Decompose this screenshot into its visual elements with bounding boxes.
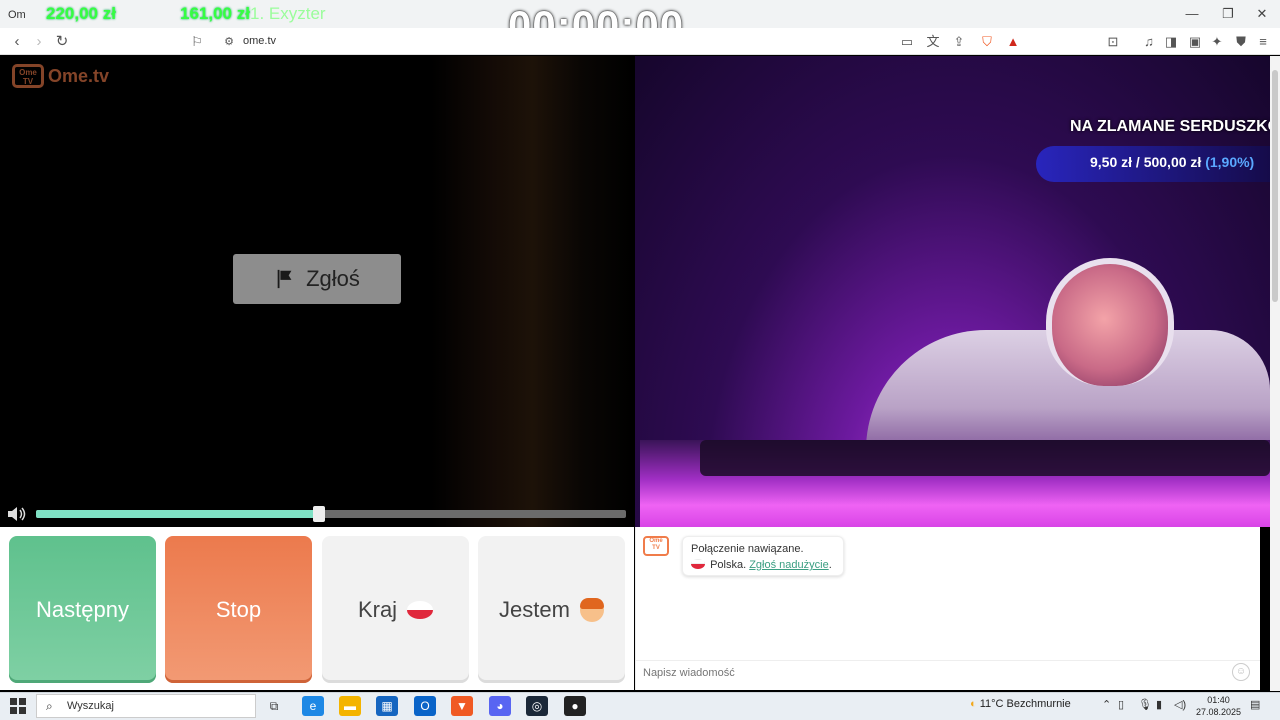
next-label: Następny	[36, 596, 129, 622]
goal-percent: (1,90%)	[1205, 154, 1255, 170]
weather-description: Bezchmurnie	[1006, 698, 1071, 710]
emoji-icon[interactable]: ☺	[1232, 663, 1250, 681]
report-label: Zgłoś	[306, 266, 360, 291]
chat-divider	[635, 660, 1260, 661]
poland-flag-icon	[691, 559, 705, 569]
logo-tv-icon: Ome TV	[12, 64, 44, 88]
donation-goal-title: NA ZLAMANE SERDUSZKO 💔	[1070, 118, 1280, 135]
network-icon[interactable]: ▮	[1156, 698, 1162, 711]
bookmark-icon[interactable]: ⚐	[188, 33, 206, 51]
volume-slider-knob[interactable]	[313, 506, 325, 522]
reader-icon[interactable]: ⊡	[1104, 33, 1122, 51]
boy-face-icon	[579, 597, 604, 622]
menu-icon[interactable]: ≡	[1254, 33, 1272, 51]
stream-overlay-money-a: 220,00 zł	[46, 4, 116, 23]
volume-slider-fill	[36, 510, 319, 518]
scrollbar-thumb[interactable]	[1272, 70, 1278, 302]
logo-text: Ome.tv	[48, 65, 110, 86]
stream-overlay-top-donor: 1. Exyzter	[250, 4, 326, 23]
stop-label: Stop	[215, 596, 262, 622]
obs-icon[interactable]: ●	[564, 696, 586, 716]
minimize-icon[interactable]: —	[1182, 6, 1202, 22]
clock-date: 27.08.2025	[1196, 707, 1242, 717]
cast-icon[interactable]: ▭	[898, 33, 916, 51]
microphone-icon[interactable]: 🎙	[1138, 698, 1152, 711]
url-field[interactable]: ome.tv	[215, 31, 1015, 51]
system-clock[interactable]: 01:40 27.08.2025	[1196, 694, 1241, 718]
donation-goal-progress: 9,50 zł / 500,00 zł (1,90%)	[1090, 154, 1254, 170]
next-button[interactable]: Następny	[9, 536, 156, 683]
file-explorer-icon[interactable]: ▬	[339, 696, 361, 716]
steam-icon[interactable]: ◎	[526, 696, 548, 716]
back-icon[interactable]: ‹	[8, 33, 26, 51]
ai-icon[interactable]: ✦	[1208, 33, 1226, 51]
chat-ometv-icon: Ome TV	[643, 536, 669, 556]
gender-label: Jestem	[499, 596, 570, 622]
stop-button[interactable]: Stop	[165, 536, 312, 683]
country-button[interactable]: Kraj	[322, 536, 469, 683]
goal-separator: /	[1135, 154, 1140, 170]
tray-device-icon[interactable]: ▯	[1118, 698, 1124, 711]
volume-icon[interactable]	[6, 505, 28, 523]
restore-icon[interactable]: ❐	[1218, 6, 1238, 22]
outlook-icon[interactable]: O	[414, 696, 436, 716]
flag-icon	[277, 269, 292, 289]
brave-rewards-icon[interactable]: ▲	[1004, 33, 1022, 51]
chat-system-message: Połączenie nawiązane. Polska. Zgłoś nadu…	[682, 536, 844, 576]
media-icon[interactable]: ♫	[1140, 33, 1158, 51]
connection-status: Połączenie nawiązane.	[691, 543, 804, 555]
report-abuse-link[interactable]: Zgłoś nadużycie	[749, 559, 829, 571]
partner-country: Polska.	[710, 559, 747, 571]
task-view-icon[interactable]: ⧉	[263, 696, 285, 716]
store-icon[interactable]: ▦	[376, 696, 398, 716]
brave-shield-icon[interactable]: ⛉	[978, 33, 996, 51]
person-head	[1046, 258, 1174, 386]
discord-icon[interactable]: ◕	[489, 696, 511, 716]
country-label: Kraj	[357, 596, 398, 622]
goal-target: 500,00 zł	[1143, 154, 1202, 170]
close-icon[interactable]: ✕	[1252, 6, 1272, 22]
windows-start-icon[interactable]	[10, 698, 26, 714]
weather-widget[interactable]: ◐ 11°C Bezchmurnie	[970, 698, 1071, 710]
reload-icon[interactable]: ↻	[53, 33, 71, 51]
keyboard	[700, 440, 1270, 476]
sidebar-icon[interactable]: ◨	[1162, 33, 1180, 51]
speaker-icon[interactable]: ◁)	[1174, 698, 1186, 711]
search-icon: ⌕	[46, 699, 53, 713]
clock-time: 01:40	[1207, 695, 1230, 705]
gender-button[interactable]: Jestem	[478, 536, 625, 683]
site-info-icon[interactable]: ⚙	[220, 33, 238, 51]
share-icon[interactable]: ⇪	[950, 33, 968, 51]
tray-chevron-icon[interactable]: ⌃	[1102, 698, 1111, 711]
translate-icon[interactable]: 文	[924, 33, 942, 51]
report-button[interactable]: Zgłoś	[233, 254, 401, 304]
stream-overlay-money-b: 161,00 zł	[180, 4, 250, 23]
ometv-logo: Ome TV Ome.tv	[12, 62, 116, 90]
vpn-icon[interactable]: ⛊	[1232, 33, 1250, 51]
wallet-icon[interactable]: ▣	[1186, 33, 1204, 51]
moon-icon: ◐	[970, 698, 977, 710]
chat-message-input[interactable]	[643, 664, 1203, 682]
edge-icon[interactable]: e	[302, 696, 324, 716]
goal-current: 9,50 zł	[1090, 154, 1133, 170]
forward-icon[interactable]: ›	[30, 33, 48, 51]
brave-icon[interactable]: ▼	[451, 696, 473, 716]
tab-title: Om	[8, 9, 26, 21]
poland-flag-icon	[407, 600, 434, 619]
weather-temperature: 11°C	[979, 698, 1004, 710]
taskbar-search-input[interactable]: Wyszukaj	[36, 694, 256, 718]
notifications-icon[interactable]: ▤	[1250, 698, 1260, 711]
